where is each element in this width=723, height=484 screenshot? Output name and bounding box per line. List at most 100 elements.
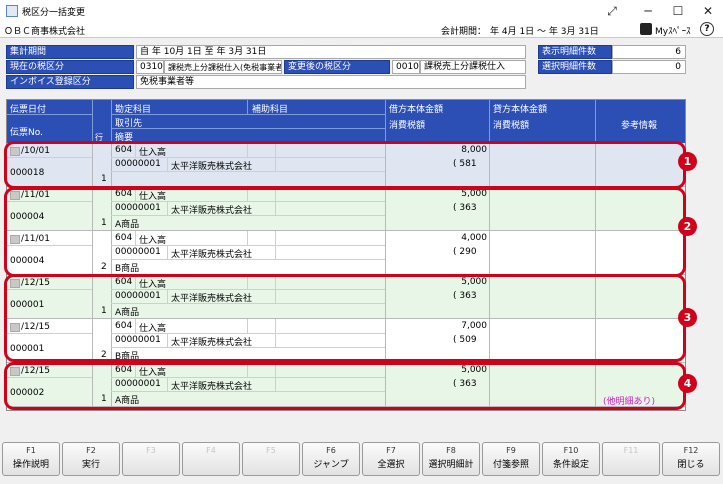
date-year-mask — [10, 235, 20, 244]
row-date: /12/15 — [21, 322, 50, 332]
row-date: /10/01 — [21, 146, 50, 156]
fkey-number: F7 — [386, 446, 396, 455]
fkey-number: F8 — [446, 446, 456, 455]
app-icon — [6, 5, 18, 17]
display-count-value: 6 — [612, 45, 686, 59]
col-credit-tax: 消費税額 — [493, 121, 530, 131]
function-key-bar: F1 操作説明 F2 実行 F3 F4 F5 F6 ジャンプ F7 全選択 F8 選択明細計 F9 付箋参照… — [0, 440, 723, 484]
col-line: 行 — [95, 133, 103, 142]
current-tax-label: 現在の税区分 — [6, 60, 134, 74]
row-debit-amount: 8,000 — [461, 145, 487, 155]
fkey-number: F1 — [26, 446, 36, 455]
col-credit: 貸方本体金額 — [493, 105, 548, 115]
row-line: 1 — [101, 394, 107, 404]
table-row[interactable]: /12/15 000001 1 604 仕入高 00000001 太平洋販売株式会社 A商品 5… — [7, 275, 685, 319]
fkey-label: 実行 — [81, 460, 100, 470]
col-debit: 借方本体金額 — [389, 105, 444, 115]
fkey-f5-button: F5 — [242, 442, 300, 476]
fkey-f2-button[interactable]: F2 実行 — [62, 442, 120, 476]
table-row[interactable]: /10/01 000018 1 604 仕入高 00000001 太平洋販売株式会社 8,00… — [7, 143, 685, 187]
expand-icon[interactable]: ⤢ — [600, 2, 624, 20]
row-summary: A商品 — [115, 220, 140, 230]
fkey-f4-button: F4 — [182, 442, 240, 476]
close-button[interactable]: ✕ — [696, 2, 720, 20]
marker-4: 4 — [678, 374, 697, 393]
col-reference: 参考情報 — [621, 121, 658, 131]
row-partner-code: 00000001 — [115, 291, 161, 301]
fkey-number: F10 — [563, 446, 579, 455]
date-year-mask — [10, 191, 20, 200]
window-title: 税区分一括変更 — [22, 8, 86, 18]
minimize-button[interactable]: ─ — [636, 2, 660, 20]
col-summary: 摘要 — [115, 133, 134, 143]
row-summary: A商品 — [115, 396, 140, 406]
invoice-value: 免税事業者等 — [136, 75, 526, 89]
row-account-code: 604 — [115, 145, 133, 155]
selected-count-value: 0 — [612, 60, 686, 74]
row-debit-tax: ( 581 — [453, 159, 477, 169]
period-value: 年 4月 1日 ～ 年 3月 31日 — [490, 27, 599, 37]
title-bar: 税区分一括変更 ⤢ ─ ☐ ✕ — [0, 0, 723, 22]
row-partner-code: 00000001 — [115, 335, 161, 345]
my-space-link[interactable]: Myｽﾍﾟｰｽ — [655, 24, 691, 37]
fkey-f9-button[interactable]: F9 付箋参照 — [482, 442, 540, 476]
row-date: /12/15 — [21, 278, 50, 288]
col-slip-no: 伝票No. — [10, 128, 43, 138]
row-summary: B商品 — [115, 264, 140, 274]
fkey-label: 操作説明 — [12, 460, 49, 470]
row-line: 2 — [101, 262, 107, 272]
row-slip-no: 000002 — [10, 388, 45, 398]
fkey-label: 全選択 — [377, 460, 405, 470]
selected-count-label: 選択明細件数 — [538, 60, 612, 74]
fkey-number: F5 — [266, 446, 276, 455]
new-tax-label: 変更後の税区分 — [284, 60, 390, 74]
marker-2: 2 — [678, 217, 697, 236]
new-tax-name: 課税売上分課税仕入 — [420, 60, 526, 74]
row-debit-amount: 5,000 — [461, 277, 487, 287]
row-partner-code: 00000001 — [115, 159, 161, 169]
help-icon[interactable]: ? — [700, 22, 714, 36]
date-year-mask — [10, 279, 20, 288]
date-year-mask — [10, 367, 20, 376]
row-line: 2 — [101, 350, 107, 360]
row-debit-tax: ( 363 — [453, 291, 477, 301]
fkey-label: 条件設定 — [552, 460, 589, 470]
table-row[interactable]: /11/01 000004 1 604 仕入高 00000001 太平洋販売株式会社 A商品 5… — [7, 187, 685, 231]
fkey-f7-button[interactable]: F7 全選択 — [362, 442, 420, 476]
fkey-number: F3 — [146, 446, 156, 455]
fkey-f10-button[interactable]: F10 条件設定 — [542, 442, 600, 476]
fkey-f1-button[interactable]: F1 操作説明 — [2, 442, 60, 476]
row-debit-tax: ( 363 — [453, 203, 477, 213]
fkey-label: 付箋参照 — [492, 460, 529, 470]
date-year-mask — [10, 323, 20, 332]
row-account-code: 604 — [115, 233, 133, 243]
condition-panel: 集計期間 自 年 10月 1日 至 年 3月 31日 現在の税区分 0310 課… — [6, 45, 686, 91]
table-row[interactable]: /12/15 000002 1 604 仕入高 00000001 太平洋販売株式会社 A商品 5… — [7, 363, 685, 407]
invoice-label: インボイス登録区分 — [6, 75, 134, 89]
row-line: 1 — [101, 218, 107, 228]
display-count-label: 表示明細件数 — [538, 45, 612, 59]
row-reference: (他明細あり) — [603, 397, 656, 407]
fkey-f8-button[interactable]: F8 選択明細計 — [422, 442, 480, 476]
fkey-f12-button[interactable]: F12 閉じる — [662, 442, 720, 476]
row-partner-code: 00000001 — [115, 379, 161, 389]
row-debit-amount: 7,000 — [461, 321, 487, 331]
date-year-mask — [10, 147, 20, 156]
row-summary: B商品 — [115, 352, 140, 362]
row-debit-amount: 5,000 — [461, 365, 487, 375]
col-debit-tax: 消費税額 — [389, 121, 426, 131]
marker-1: 1 — [678, 152, 697, 171]
table-row[interactable]: /11/01 000004 2 604 仕入高 00000001 太平洋販売株式会社 B商品 4… — [7, 231, 685, 275]
current-tax-name: 課税売上分課税仕入(免税事業者等) — [164, 60, 282, 74]
row-partner-code: 00000001 — [115, 247, 161, 257]
detail-grid: 伝票日付 伝票No. 行 勘定科目 補助科目 取引先 摘要 借方本体金額 消費税… — [6, 99, 686, 411]
maximize-button[interactable]: ☐ — [666, 2, 690, 20]
company-bar: ＯＢＣ商事株式会社 会計期間： 年 4月 1日 ～ 年 3月 31日 Myｽﾍﾟ… — [0, 22, 723, 38]
table-row[interactable]: /12/15 000001 2 604 仕入高 00000001 太平洋販売株式会社 B商品 7… — [7, 319, 685, 363]
row-line: 1 — [101, 174, 107, 184]
my-space-icon[interactable] — [640, 23, 652, 35]
row-slip-no: 000018 — [10, 168, 45, 178]
fkey-f11-button: F11 — [602, 442, 660, 476]
period-label: 会計期間： — [441, 27, 487, 37]
fkey-f6-button[interactable]: F6 ジャンプ — [302, 442, 360, 476]
